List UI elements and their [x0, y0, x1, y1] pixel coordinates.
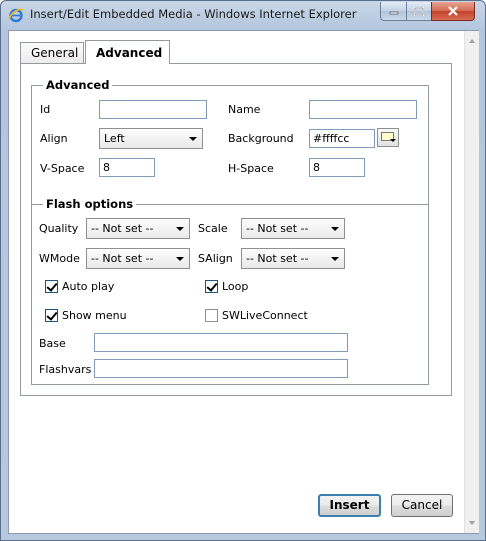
- align-select[interactable]: Left: [99, 128, 203, 149]
- scale-select-value: -- Not set --: [246, 222, 309, 235]
- autoplay-label: Auto play: [62, 280, 115, 293]
- flashvars-label: Flashvars: [39, 363, 92, 376]
- internet-explorer-icon: [8, 8, 24, 23]
- insert-button[interactable]: Insert: [318, 494, 381, 517]
- tab-general[interactable]: General: [20, 42, 84, 63]
- scroll-down-icon[interactable]: [469, 521, 475, 525]
- minimize-icon: [389, 11, 398, 15]
- color-picker-button[interactable]: [377, 128, 399, 147]
- showmenu-checkbox[interactable]: [45, 309, 58, 322]
- title-bar[interactable]: Insert/Edit Embedded Media - Windows Int…: [1, 1, 485, 29]
- quality-select[interactable]: -- Not set --: [86, 218, 190, 239]
- close-icon: [448, 6, 458, 16]
- salign-select-value: -- Not set --: [246, 252, 309, 265]
- background-color-input[interactable]: #ffffcc: [309, 129, 375, 148]
- hspace-label: H-Space: [228, 162, 274, 175]
- vspace-label: V-Space: [40, 162, 85, 175]
- align-label: Align: [40, 132, 68, 145]
- advanced-fieldset: Advanced Id Name Align Left Background #…: [31, 78, 429, 205]
- chevron-down-icon: [189, 137, 197, 141]
- swliveconnect-checkbox[interactable]: [205, 309, 218, 322]
- id-label: Id: [40, 103, 51, 116]
- salign-select[interactable]: -- Not set --: [241, 248, 345, 269]
- minimize-button[interactable]: [380, 2, 407, 21]
- id-input[interactable]: [99, 100, 207, 119]
- flash-options-fieldset: Flash options Quality -- Not set -- Scal…: [31, 197, 429, 385]
- hspace-input[interactable]: 8: [309, 158, 365, 177]
- name-input[interactable]: [309, 100, 417, 119]
- advanced-legend: Advanced: [43, 78, 113, 92]
- dialog-content: General Advanced Advanced Id Name Align …: [8, 30, 479, 534]
- cancel-button[interactable]: Cancel: [391, 494, 453, 517]
- base-label: Base: [39, 337, 66, 350]
- loop-label: Loop: [222, 280, 249, 293]
- showmenu-label: Show menu: [62, 309, 127, 322]
- salign-label: SAlign: [198, 252, 233, 265]
- vspace-input[interactable]: 8: [99, 158, 155, 177]
- scroll-up-icon[interactable]: [469, 39, 475, 43]
- swliveconnect-label: SWLiveConnect: [222, 309, 308, 322]
- maximize-icon: [414, 6, 424, 16]
- dialog-window: Insert/Edit Embedded Media - Windows Int…: [0, 0, 486, 541]
- wmode-select[interactable]: -- Not set --: [86, 248, 190, 269]
- advanced-panel: Advanced Id Name Align Left Background #…: [20, 63, 452, 396]
- name-label: Name: [228, 103, 261, 116]
- chevron-down-icon: [176, 257, 184, 261]
- close-button[interactable]: [431, 2, 475, 21]
- flash-options-legend: Flash options: [43, 197, 137, 211]
- quality-label: Quality: [39, 222, 79, 235]
- wmode-label: WMode: [39, 252, 80, 265]
- flashvars-input[interactable]: [94, 359, 348, 378]
- wmode-select-value: -- Not set --: [91, 252, 154, 265]
- chevron-down-icon: [331, 257, 339, 261]
- autoplay-checkbox[interactable]: [45, 280, 58, 293]
- chevron-down-icon: [331, 227, 339, 231]
- tab-advanced[interactable]: Advanced: [85, 40, 170, 64]
- align-select-value: Left: [104, 132, 125, 145]
- chevron-down-icon: [390, 139, 396, 142]
- scale-label: Scale: [198, 222, 228, 235]
- window-title: Insert/Edit Embedded Media - Windows Int…: [30, 7, 357, 21]
- chevron-down-icon: [176, 227, 184, 231]
- background-label: Background: [228, 132, 294, 145]
- base-input[interactable]: [94, 333, 348, 352]
- maximize-button[interactable]: [406, 2, 432, 21]
- quality-select-value: -- Not set --: [91, 222, 154, 235]
- loop-checkbox[interactable]: [205, 280, 218, 293]
- vertical-scrollbar[interactable]: [464, 31, 479, 533]
- scale-select[interactable]: -- Not set --: [241, 218, 345, 239]
